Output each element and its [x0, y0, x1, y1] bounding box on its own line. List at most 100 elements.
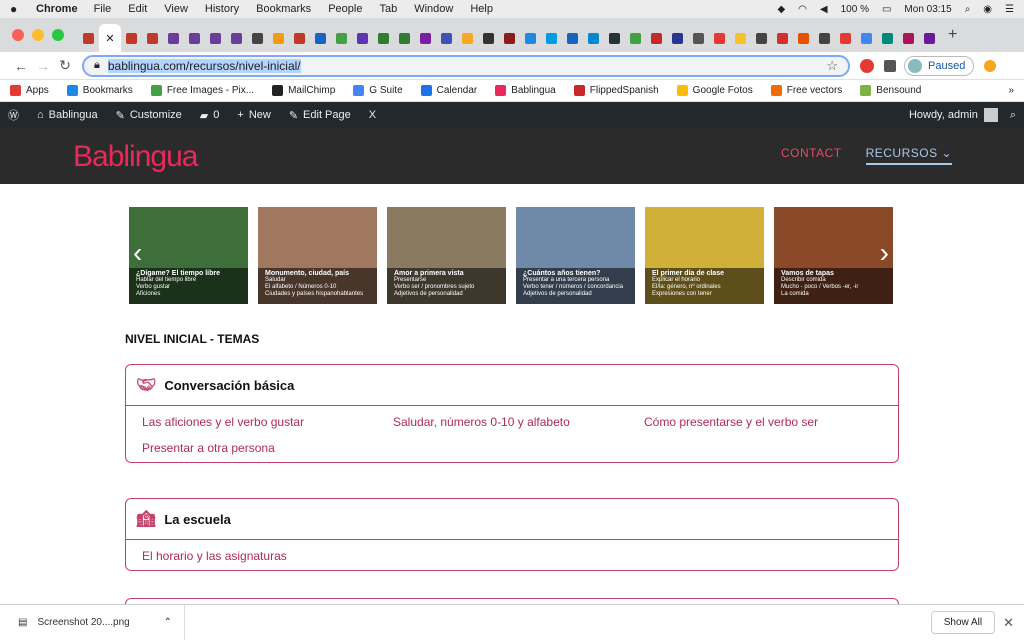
wp-new-link[interactable]: + New	[237, 109, 270, 121]
wp-site-link[interactable]: ⌂ Bablingua	[37, 109, 98, 121]
reload-icon[interactable]: ↻	[54, 57, 76, 74]
tab[interactable]	[121, 24, 142, 52]
tab[interactable]	[562, 24, 583, 52]
battery-icon[interactable]: ▭	[882, 4, 891, 15]
topic-link[interactable]: Saludar, números 0-10 y alfabeto	[393, 414, 644, 430]
tab[interactable]	[646, 24, 667, 52]
topic-link[interactable]: El horario y las asignaturas	[142, 548, 393, 564]
nav-contact[interactable]: CONTACT	[781, 146, 842, 165]
tab[interactable]	[667, 24, 688, 52]
lesson-slide[interactable]: Vamos de tapas Describir comida Mucho - po…	[774, 207, 893, 304]
tab[interactable]	[142, 24, 163, 52]
bookmark-item[interactable]: Free vectors	[770, 85, 842, 96]
tab[interactable]	[331, 24, 352, 52]
tab[interactable]	[709, 24, 730, 52]
menu-file[interactable]: File	[94, 3, 112, 15]
tab[interactable]	[877, 24, 898, 52]
address-bar[interactable]: 🔒︎ bablingua.com/recursos/nivel-inicial/…	[82, 54, 850, 77]
tab[interactable]	[184, 24, 205, 52]
wp-comments-link[interactable]: ▰ 0	[200, 109, 220, 122]
close-tab-icon[interactable]: ✕	[105, 32, 114, 45]
bookmark-item[interactable]: Bablingua	[495, 85, 556, 96]
menu-window[interactable]: Window	[414, 3, 453, 15]
zoom-window-button[interactable]	[52, 29, 64, 41]
forward-icon[interactable]: →	[32, 58, 54, 74]
download-item[interactable]: ▤ Screenshot 20....png ⌃	[0, 605, 185, 640]
menu-people[interactable]: People	[328, 3, 362, 15]
slider-next-icon[interactable]: ›	[880, 237, 889, 269]
menu-tab[interactable]: Tab	[379, 3, 397, 15]
tab[interactable]	[78, 24, 99, 52]
bookmark-star-icon[interactable]: ☆	[826, 58, 838, 74]
tab[interactable]	[919, 24, 940, 52]
tab-active[interactable]: ✕	[99, 24, 121, 52]
tab[interactable]	[541, 24, 562, 52]
dropbox-icon[interactable]: ◆	[777, 4, 785, 15]
close-window-button[interactable]	[12, 29, 24, 41]
tab[interactable]	[772, 24, 793, 52]
chevron-up-icon[interactable]: ⌃	[164, 617, 172, 628]
show-all-button[interactable]: Show All	[930, 611, 996, 634]
facebook-extension-icon[interactable]	[884, 59, 896, 72]
spotlight-icon[interactable]: ⌕	[965, 4, 971, 15]
bookmark-item[interactable]: Calendar	[420, 85, 477, 96]
menu-list-icon[interactable]: ☰	[1005, 4, 1014, 15]
tab[interactable]	[352, 24, 373, 52]
bookmark-item[interactable]: Apps	[10, 85, 49, 96]
close-icon[interactable]: ✕	[1003, 615, 1014, 631]
menu-help[interactable]: Help	[470, 3, 493, 15]
bookmark-item[interactable]: Free Images - Pix...	[150, 85, 254, 96]
new-tab-button[interactable]: +	[948, 26, 957, 44]
tab[interactable]	[289, 24, 310, 52]
wp-x-link[interactable]: X	[369, 109, 376, 121]
topic-link[interactable]: Presentar a otra persona	[142, 440, 393, 456]
wp-account[interactable]: Howdy, admin ⌕	[909, 108, 1016, 122]
wordpress-icon[interactable]: Ⓦ	[8, 107, 19, 123]
back-icon[interactable]: ←	[10, 58, 32, 74]
app-menu[interactable]: Chrome	[36, 3, 78, 15]
more-bookmarks-icon[interactable]: »	[1008, 85, 1014, 96]
lesson-slide[interactable]: ¿Dígame? El tiempo libre Hablar del tiemp…	[129, 207, 248, 304]
tab[interactable]	[457, 24, 478, 52]
lesson-slide[interactable]: El primer día de clase Explicar el horari…	[645, 207, 764, 304]
bookmark-item[interactable]: Google Fotos	[676, 85, 753, 96]
tab[interactable]	[856, 24, 877, 52]
tab[interactable]	[226, 24, 247, 52]
wifi-icon[interactable]: ◠	[798, 4, 807, 15]
tab[interactable]	[751, 24, 772, 52]
lesson-slide[interactable]: ¿Cuántos años tienen? Presentar a una ter…	[516, 207, 635, 304]
profile-button[interactable]: Paused	[904, 55, 975, 76]
tab[interactable]	[688, 24, 709, 52]
slider-prev-icon[interactable]: ‹	[133, 237, 142, 269]
tab[interactable]	[499, 24, 520, 52]
tab[interactable]	[247, 24, 268, 52]
tab[interactable]	[373, 24, 394, 52]
wp-customize-link[interactable]: ✎ Customize	[116, 109, 182, 122]
update-icon[interactable]	[984, 59, 997, 72]
tab[interactable]	[730, 24, 751, 52]
minimize-window-button[interactable]	[32, 29, 44, 41]
tab[interactable]	[793, 24, 814, 52]
bookmark-item[interactable]: Bensound	[860, 85, 921, 96]
lesson-slide[interactable]: Amor a primera vista Presentarse Verbo ser…	[387, 207, 506, 304]
menu-edit[interactable]: Edit	[128, 3, 147, 15]
bookmark-item[interactable]: FlippedSpanish	[573, 85, 659, 96]
lesson-slide[interactable]: Monumento, ciudad, país Saludar El alfabet…	[258, 207, 377, 304]
site-logo[interactable]: Bablingua	[73, 140, 198, 174]
volume-icon[interactable]: ◀	[820, 4, 828, 15]
tab[interactable]	[583, 24, 604, 52]
tab[interactable]	[436, 24, 457, 52]
search-icon[interactable]: ⌕	[1010, 109, 1016, 122]
tab[interactable]	[520, 24, 541, 52]
bookmark-item[interactable]: MailChimp	[272, 85, 335, 96]
siri-icon[interactable]: ◉	[983, 4, 992, 15]
tab[interactable]	[394, 24, 415, 52]
menu-bookmarks[interactable]: Bookmarks	[256, 3, 311, 15]
tab[interactable]	[814, 24, 835, 52]
nav-recursos[interactable]: RECURSOS ⌄	[865, 146, 952, 165]
tab[interactable]	[478, 24, 499, 52]
clock[interactable]: Mon 03:15	[904, 4, 951, 15]
tab[interactable]	[604, 24, 625, 52]
tab[interactable]	[898, 24, 919, 52]
apple-icon[interactable]: ●	[10, 2, 24, 16]
